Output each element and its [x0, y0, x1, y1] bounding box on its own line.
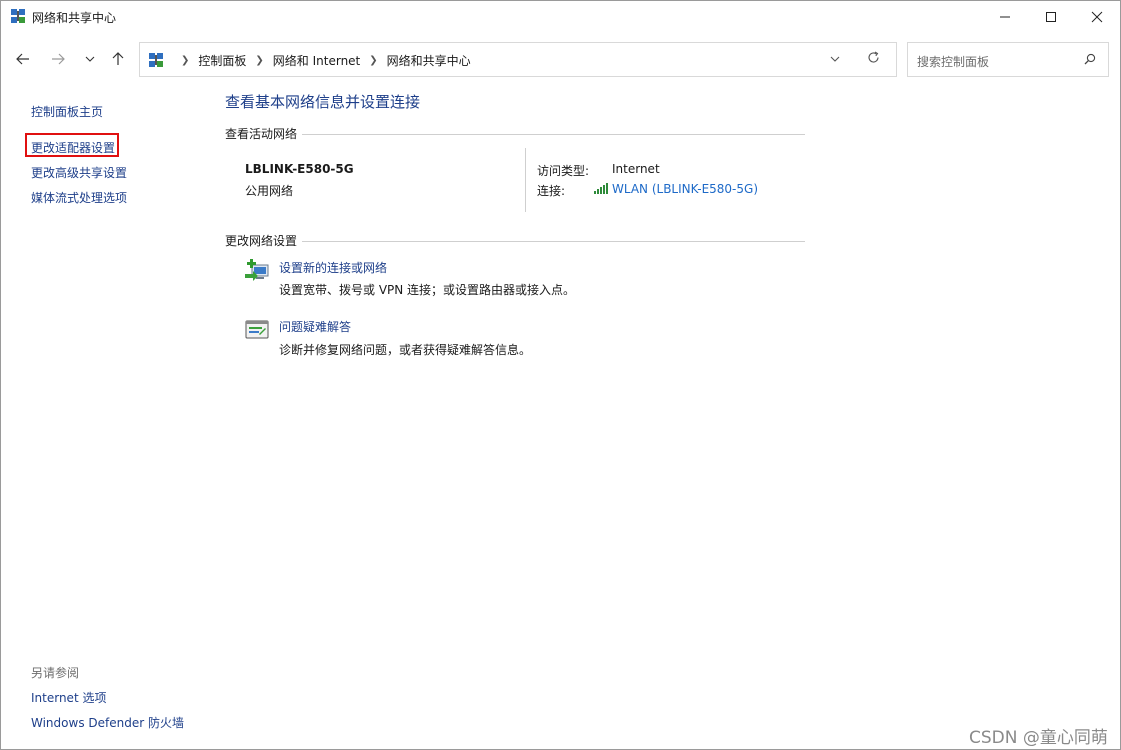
see-also-link-defender-firewall[interactable]: Windows Defender 防火墙	[31, 714, 184, 731]
active-networks-heading: 查看活动网络	[225, 125, 303, 142]
navigation-bar: ❯ 控制面板 ❯ 网络和 Internet ❯ 网络和共享中心 搜索控制面板	[1, 41, 1120, 77]
up-button[interactable]	[107, 49, 129, 69]
task-description-troubleshoot: 诊断并修复网络问题，或者获得疑难解答信息。	[279, 343, 532, 357]
troubleshoot-icon	[245, 320, 269, 339]
network-center-icon	[11, 9, 25, 23]
task-description-setup-connection: 设置宽带、拨号或 VPN 连接；或设置路由器或接入点。	[279, 283, 576, 297]
close-button[interactable]	[1074, 1, 1120, 33]
see-also-heading: 另请参阅	[31, 666, 80, 680]
connection-link-wlan[interactable]: WLAN (LBLINK-E580-5G)	[612, 182, 758, 196]
chevron-down-icon	[85, 56, 95, 62]
title-bar[interactable]: 网络和共享中心	[1, 1, 1120, 33]
control-panel-icon	[149, 53, 163, 67]
address-history-button[interactable]	[830, 52, 840, 65]
arrow-up-icon	[112, 52, 124, 65]
watermark: CSDN @童心同萌	[969, 728, 1108, 748]
task-link-setup-connection[interactable]: 设置新的连接或网络	[279, 259, 387, 276]
network-category: 公用网络	[245, 184, 294, 198]
minimize-button[interactable]	[982, 1, 1028, 33]
back-button[interactable]	[12, 49, 34, 69]
connection-label: 连接:	[537, 184, 566, 198]
task-link-troubleshoot[interactable]: 问题疑难解答	[279, 318, 351, 335]
recent-locations-button[interactable]	[79, 49, 101, 69]
search-input[interactable]: 搜索控制面板	[917, 53, 989, 70]
maximize-button[interactable]	[1028, 1, 1074, 33]
refresh-button[interactable]	[867, 51, 880, 68]
breadcrumb-network-sharing-center[interactable]: 网络和共享中心	[387, 52, 471, 69]
refresh-icon	[868, 51, 879, 63]
change-settings-section-header: 更改网络设置	[225, 232, 805, 249]
sidebar-link-change-adapter-settings[interactable]: 更改适配器设置	[31, 139, 115, 156]
forward-button[interactable]	[47, 49, 69, 69]
network-divider	[525, 148, 526, 212]
wifi-signal-icon	[594, 183, 608, 194]
active-networks-section-header: 查看活动网络	[225, 125, 805, 142]
minimize-icon	[1000, 16, 1010, 18]
network-name: LBLINK-E580-5G	[245, 162, 354, 176]
sidebar-link-media-streaming[interactable]: 媒体流式处理选项	[31, 189, 127, 206]
access-type-value: Internet	[612, 162, 660, 176]
address-bar[interactable]: ❯ 控制面板 ❯ 网络和 Internet ❯ 网络和共享中心	[139, 42, 897, 77]
sidebar-link-advanced-sharing[interactable]: 更改高级共享设置	[31, 164, 127, 181]
new-connection-icon	[245, 259, 269, 281]
maximize-icon	[1046, 12, 1056, 22]
change-settings-heading: 更改网络设置	[225, 232, 303, 249]
search-icon[interactable]	[1084, 53, 1096, 65]
search-box[interactable]: 搜索控制面板	[907, 42, 1109, 77]
section-divider	[225, 241, 805, 242]
breadcrumb-separator-icon: ❯	[255, 55, 264, 66]
window: 网络和共享中心 ❯ 控制面板 ❯ 网络和 Internet ❯ 网络和共享中心 …	[0, 0, 1121, 750]
breadcrumb-control-panel[interactable]: 控制面板	[198, 52, 246, 69]
close-icon	[1091, 11, 1103, 23]
arrow-right-icon	[52, 53, 65, 65]
chevron-down-icon	[830, 56, 840, 62]
access-type-label: 访问类型:	[537, 164, 590, 178]
breadcrumb-separator-icon: ❯	[369, 55, 378, 66]
sidebar-link-control-panel-home[interactable]: 控制面板主页	[31, 103, 103, 120]
arrow-left-icon	[16, 53, 29, 65]
section-divider	[225, 134, 805, 135]
window-title: 网络和共享中心	[32, 11, 117, 25]
breadcrumb-network-internet[interactable]: 网络和 Internet	[273, 52, 360, 69]
page-title: 查看基本网络信息并设置连接	[225, 93, 421, 111]
see-also-link-internet-options[interactable]: Internet 选项	[31, 689, 106, 706]
breadcrumb-separator-icon: ❯	[181, 55, 190, 66]
breadcrumb: ❯ 控制面板 ❯ 网络和 Internet ❯ 网络和共享中心	[172, 52, 471, 69]
